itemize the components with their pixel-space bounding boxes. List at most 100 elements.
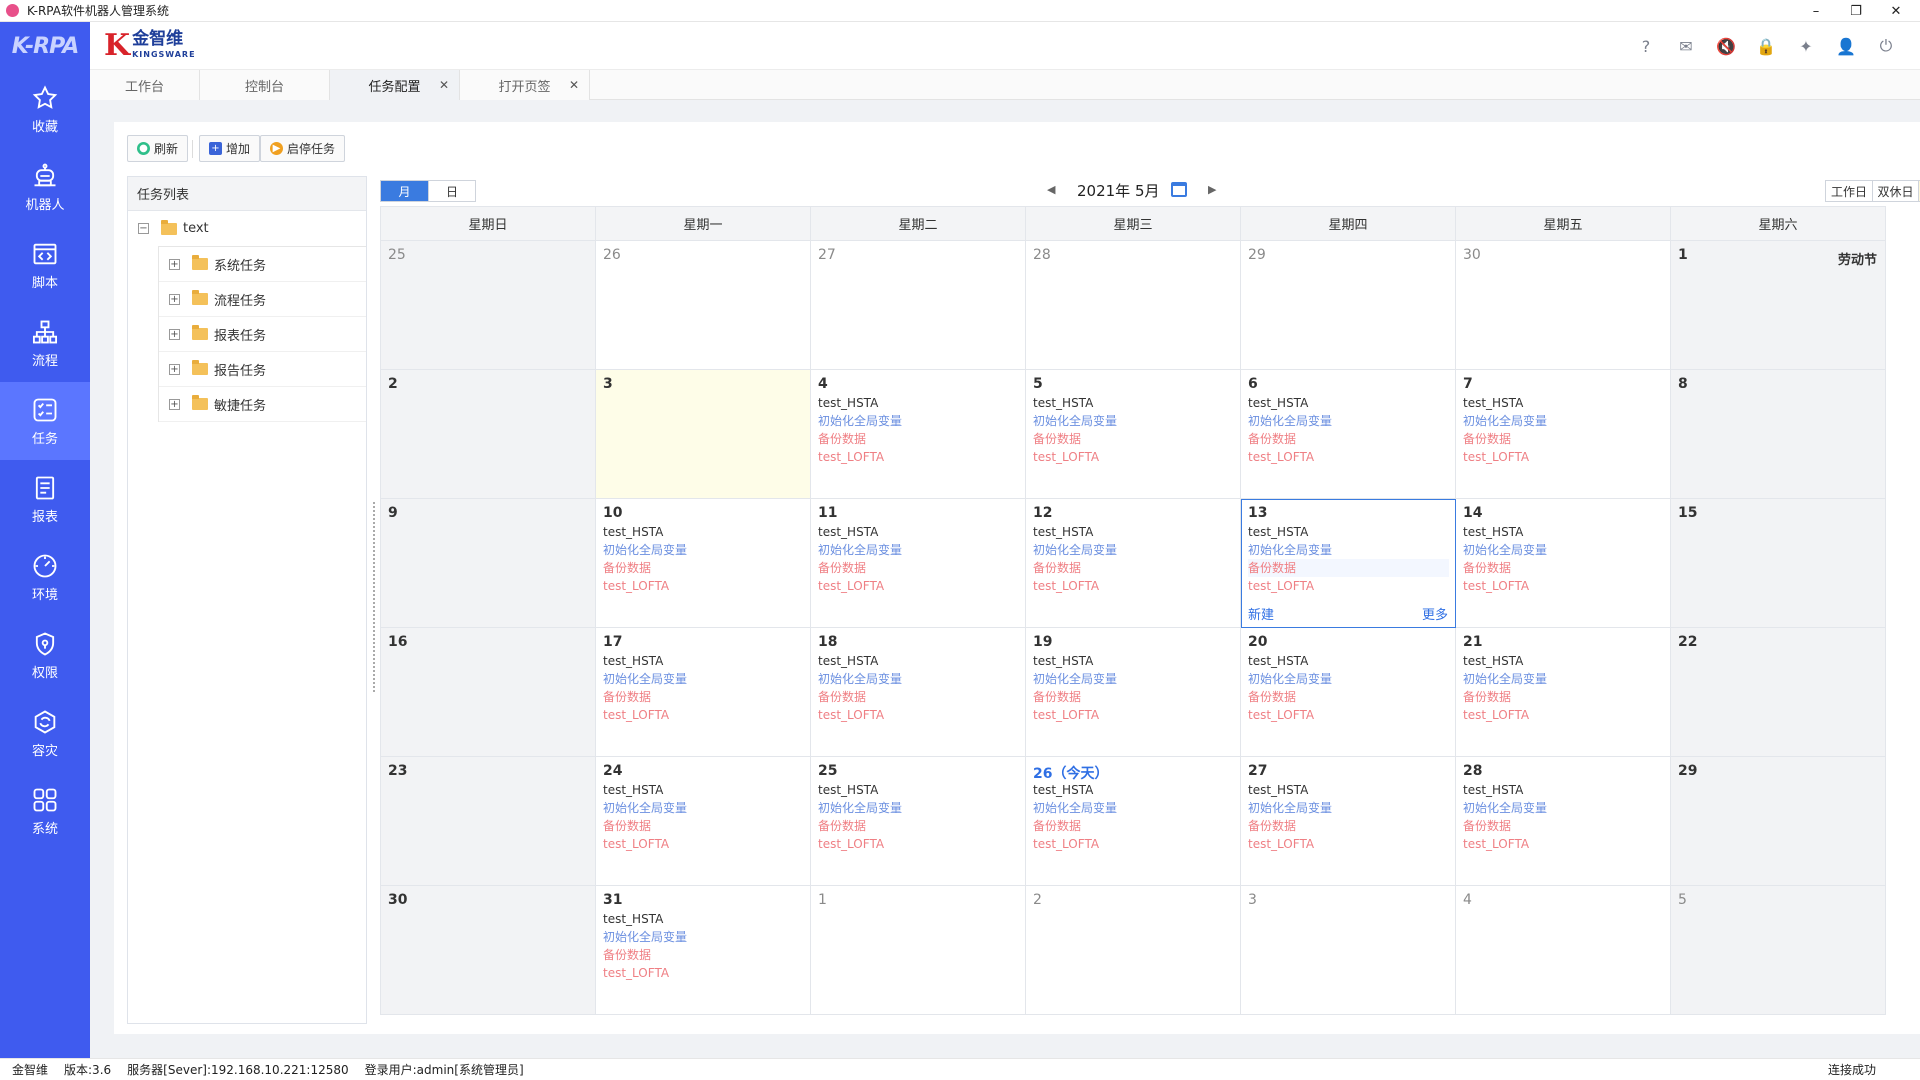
expand-icon[interactable]: +: [169, 293, 180, 305]
next-month-icon[interactable]: ▶: [1208, 183, 1216, 196]
task-event[interactable]: 初始化全局变量: [818, 799, 1019, 817]
task-event[interactable]: 备份数据: [1033, 817, 1234, 835]
day-cell[interactable]: 13 test_HSTA 初始化全局变量 备份数据 test_LOFTA 新建 更多: [1240, 498, 1456, 628]
task-event[interactable]: 初始化全局变量: [603, 928, 804, 946]
task-event[interactable]: 备份数据: [1033, 688, 1234, 706]
task-event[interactable]: test_LOFTA: [603, 835, 804, 853]
mail-icon[interactable]: ✉: [1666, 35, 1706, 57]
day-cell[interactable]: 1: [810, 885, 1026, 1015]
task-event[interactable]: 备份数据: [1463, 688, 1664, 706]
task-event[interactable]: test_LOFTA: [818, 706, 1019, 724]
task-event[interactable]: test_HSTA: [818, 394, 1019, 412]
filter-0[interactable]: 工作日: [1826, 181, 1872, 201]
sidebar-item-7[interactable]: 权限: [0, 616, 90, 694]
day-cell[interactable]: 19 test_HSTA 初始化全局变量 备份数据 test_LOFTA: [1025, 627, 1241, 757]
task-event[interactable]: 备份数据: [1463, 559, 1664, 577]
toggle-task-button[interactable]: ▶ 启停任务: [260, 135, 346, 162]
day-cell[interactable]: 18 test_HSTA 初始化全局变量 备份数据 test_LOFTA: [810, 627, 1026, 757]
day-cell[interactable]: 16: [380, 627, 596, 757]
day-cell[interactable]: 4: [1455, 885, 1671, 1015]
task-event[interactable]: 备份数据: [1463, 817, 1664, 835]
day-cell[interactable]: 25 test_HSTA 初始化全局变量 备份数据 test_LOFTA: [810, 756, 1026, 886]
task-event[interactable]: test_LOFTA: [818, 835, 1019, 853]
task-event[interactable]: test_HSTA: [1248, 781, 1449, 799]
day-cell[interactable]: 27: [810, 240, 1026, 370]
task-event[interactable]: 初始化全局变量: [1463, 799, 1664, 817]
task-event[interactable]: test_HSTA: [1463, 652, 1664, 670]
tab-close-icon[interactable]: ✕: [569, 78, 579, 92]
day-cell[interactable]: 7 test_HSTA 初始化全局变量 备份数据 test_LOFTA: [1455, 369, 1671, 499]
view-day-button[interactable]: 日: [428, 181, 475, 201]
tab-0[interactable]: 工作台: [90, 70, 200, 100]
day-cell[interactable]: 21 test_HSTA 初始化全局变量 备份数据 test_LOFTA: [1455, 627, 1671, 757]
tree-item[interactable]: + 流程任务: [159, 282, 366, 317]
sidebar-item-0[interactable]: 收藏: [0, 70, 90, 148]
prev-month-icon[interactable]: ◀: [1047, 183, 1055, 196]
task-event[interactable]: 备份数据: [1248, 559, 1449, 577]
task-event[interactable]: 备份数据: [1248, 688, 1449, 706]
task-event[interactable]: test_LOFTA: [818, 448, 1019, 466]
task-event[interactable]: 初始化全局变量: [1248, 670, 1449, 688]
task-event[interactable]: test_LOFTA: [1463, 706, 1664, 724]
day-cell[interactable]: 14 test_HSTA 初始化全局变量 备份数据 test_LOFTA: [1455, 498, 1671, 628]
task-event[interactable]: test_LOFTA: [603, 964, 804, 982]
day-cell[interactable]: 26（今天） test_HSTA 初始化全局变量 备份数据 test_LOFTA: [1025, 756, 1241, 886]
task-event[interactable]: test_HSTA: [1248, 394, 1449, 412]
refresh-button[interactable]: ● 刷新: [127, 135, 189, 162]
cell-more-link[interactable]: 更多: [1422, 604, 1448, 623]
task-event[interactable]: test_HSTA: [818, 652, 1019, 670]
task-event[interactable]: 初始化全局变量: [1033, 541, 1234, 559]
task-event[interactable]: test_LOFTA: [1463, 835, 1664, 853]
task-event[interactable]: 初始化全局变量: [1248, 541, 1449, 559]
mute-icon[interactable]: 🔇: [1706, 35, 1746, 57]
day-cell[interactable]: 17 test_HSTA 初始化全局变量 备份数据 test_LOFTA: [595, 627, 811, 757]
day-cell[interactable]: 22: [1670, 627, 1886, 757]
sidebar-item-3[interactable]: 流程: [0, 304, 90, 382]
task-event[interactable]: test_HSTA: [603, 781, 804, 799]
task-event[interactable]: 备份数据: [1463, 430, 1664, 448]
panel-splitter[interactable]: [373, 502, 377, 692]
calendar-picker-icon[interactable]: [1171, 182, 1187, 197]
task-event[interactable]: 初始化全局变量: [1033, 412, 1234, 430]
task-event[interactable]: 初始化全局变量: [818, 412, 1019, 430]
day-cell[interactable]: 5 test_HSTA 初始化全局变量 备份数据 test_LOFTA: [1025, 369, 1241, 499]
day-cell[interactable]: 1 劳动节: [1670, 240, 1886, 370]
task-event[interactable]: 初始化全局变量: [1033, 670, 1234, 688]
task-event[interactable]: test_LOFTA: [818, 577, 1019, 595]
task-event[interactable]: test_HSTA: [1033, 394, 1234, 412]
task-event[interactable]: 备份数据: [818, 688, 1019, 706]
day-cell[interactable]: 26: [595, 240, 811, 370]
task-event[interactable]: 初始化全局变量: [603, 541, 804, 559]
day-cell[interactable]: 4 test_HSTA 初始化全局变量 备份数据 test_LOFTA: [810, 369, 1026, 499]
task-event[interactable]: 备份数据: [818, 559, 1019, 577]
task-event[interactable]: test_HSTA: [1248, 652, 1449, 670]
day-cell[interactable]: 9: [380, 498, 596, 628]
view-month-button[interactable]: 月: [381, 181, 428, 201]
collapse-icon[interactable]: −: [138, 223, 149, 234]
lock-icon[interactable]: 🔒: [1746, 35, 1786, 57]
task-event[interactable]: 初始化全局变量: [1463, 412, 1664, 430]
tab-2[interactable]: 任务配置 ✕: [330, 70, 460, 100]
tab-3[interactable]: 打开页签 ✕: [460, 70, 590, 100]
help-icon[interactable]: ?: [1626, 35, 1666, 57]
day-cell[interactable]: 29: [1670, 756, 1886, 886]
tree-item[interactable]: + 系统任务: [159, 247, 366, 282]
tree-item[interactable]: + 报告任务: [159, 352, 366, 387]
tree-root[interactable]: − text: [128, 211, 366, 246]
day-cell[interactable]: 30: [380, 885, 596, 1015]
restore-button[interactable]: ❐: [1836, 0, 1876, 22]
task-event[interactable]: 初始化全局变量: [1463, 541, 1664, 559]
expand-icon[interactable]: +: [169, 328, 180, 340]
task-event[interactable]: test_LOFTA: [1033, 706, 1234, 724]
sidebar-item-9[interactable]: 系统: [0, 772, 90, 850]
day-cell[interactable]: 15: [1670, 498, 1886, 628]
day-cell[interactable]: 30: [1455, 240, 1671, 370]
task-event[interactable]: 初始化全局变量: [818, 541, 1019, 559]
task-event[interactable]: 备份数据: [818, 430, 1019, 448]
task-event[interactable]: test_LOFTA: [1463, 577, 1664, 595]
day-cell[interactable]: 2: [1025, 885, 1241, 1015]
expand-icon[interactable]: +: [169, 398, 180, 410]
task-event[interactable]: test_LOFTA: [1033, 448, 1234, 466]
task-event[interactable]: test_HSTA: [818, 523, 1019, 541]
task-event[interactable]: test_LOFTA: [603, 577, 804, 595]
